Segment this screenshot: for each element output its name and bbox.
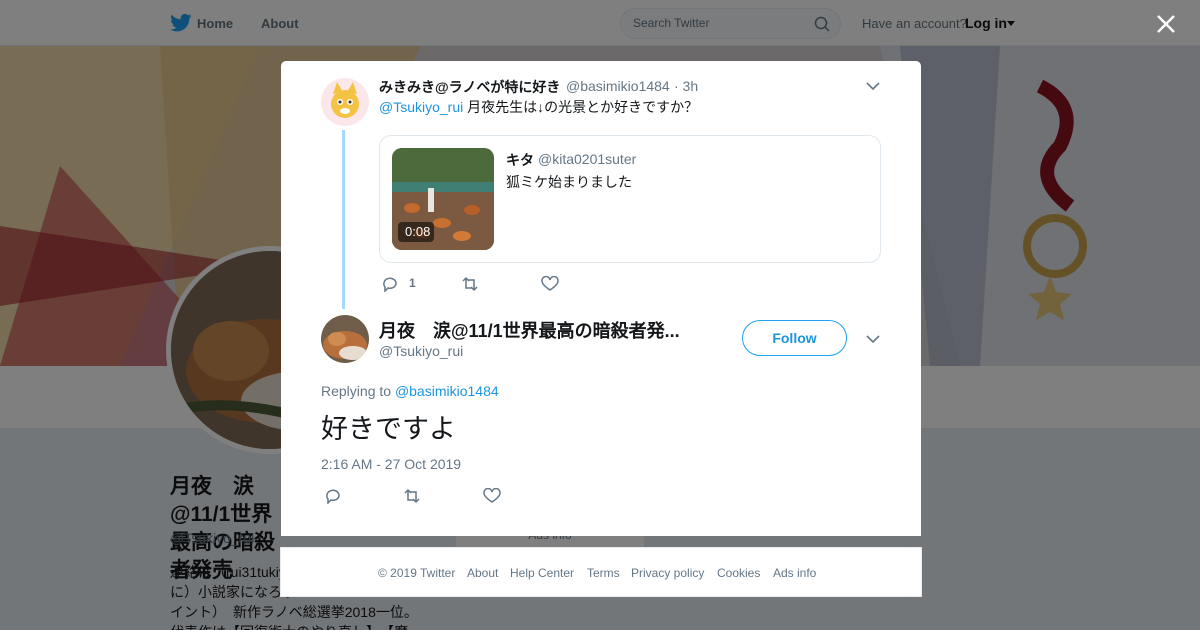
author-handle[interactable]: @Tsukiyo_rui (379, 343, 463, 359)
quoted-tweet-text: 狐ミケ始まりました (506, 174, 632, 190)
chevron-down-icon[interactable] (866, 334, 880, 344)
footer-terms-link[interactable]: Terms (587, 566, 620, 580)
footer-privacy-link[interactable]: Privacy policy (631, 566, 704, 580)
retweet-icon[interactable] (461, 276, 479, 292)
replying-prefix: Replying to (321, 383, 395, 399)
footer-copyright: © 2019 Twitter (378, 566, 456, 580)
quoted-author-name: キタ (506, 152, 534, 168)
modal-footer: © 2019 Twitter About Help Center Terms P… (280, 547, 922, 597)
like-icon[interactable] (541, 276, 559, 292)
parent-author-name[interactable]: みきみき@ラノベが特に好き (379, 77, 560, 97)
quoted-author-handle: @kita0201suter (538, 151, 637, 167)
chevron-down-icon[interactable] (866, 81, 880, 91)
tweet-timestamp[interactable]: 2:16 AM - 27 Oct 2019 (321, 456, 461, 472)
video-thumbnail[interactable]: 0:08 (392, 148, 494, 250)
author-avatar[interactable] (321, 315, 369, 363)
parent-author-avatar[interactable] (321, 78, 369, 126)
follow-button[interactable]: Follow (742, 320, 847, 356)
retweet-icon[interactable] (403, 488, 421, 504)
tweet-text: 好きですよ (321, 414, 456, 444)
footer-cookies-link[interactable]: Cookies (717, 566, 760, 580)
parent-tweet-body: 月夜先生は↓の光景とか好きですか？ (463, 99, 699, 115)
mention-link[interactable]: @Tsukiyo_rui (379, 99, 463, 115)
reply-icon[interactable] (381, 276, 399, 292)
thread-connector (342, 130, 345, 309)
fox-avatar-image (321, 315, 369, 363)
reply-count: 1 (409, 276, 416, 290)
replying-to: Replying to @basimikio1484 (321, 383, 499, 399)
video-duration: 0:08 (405, 224, 431, 239)
cat-avatar-image (321, 78, 369, 126)
author-name[interactable]: 月夜 涙@11/1世界最高の暗殺者発... (379, 317, 680, 343)
like-icon[interactable] (483, 488, 501, 504)
quoted-tweet[interactable]: 0:08 キタ @kita0201suter 狐ミケ始まりました (379, 135, 881, 263)
parent-tweet-time[interactable]: · 3h (674, 78, 698, 94)
close-icon[interactable] (1156, 14, 1176, 34)
footer-help-link[interactable]: Help Center (510, 566, 574, 580)
replying-to-link[interactable]: @basimikio1484 (395, 383, 499, 399)
reply-icon[interactable] (324, 488, 342, 504)
footer-ads-link[interactable]: Ads info (773, 566, 816, 580)
parent-tweet-text: @Tsukiyo_rui 月夜先生は↓の光景とか好きですか？ (379, 97, 698, 117)
parent-author-handle[interactable]: @basimikio1484 (566, 78, 670, 94)
tweet-modal: みきみき@ラノベが特に好き @basimikio1484 · 3h @Tsuki… (281, 61, 921, 536)
footer-about-link[interactable]: About (467, 566, 498, 580)
